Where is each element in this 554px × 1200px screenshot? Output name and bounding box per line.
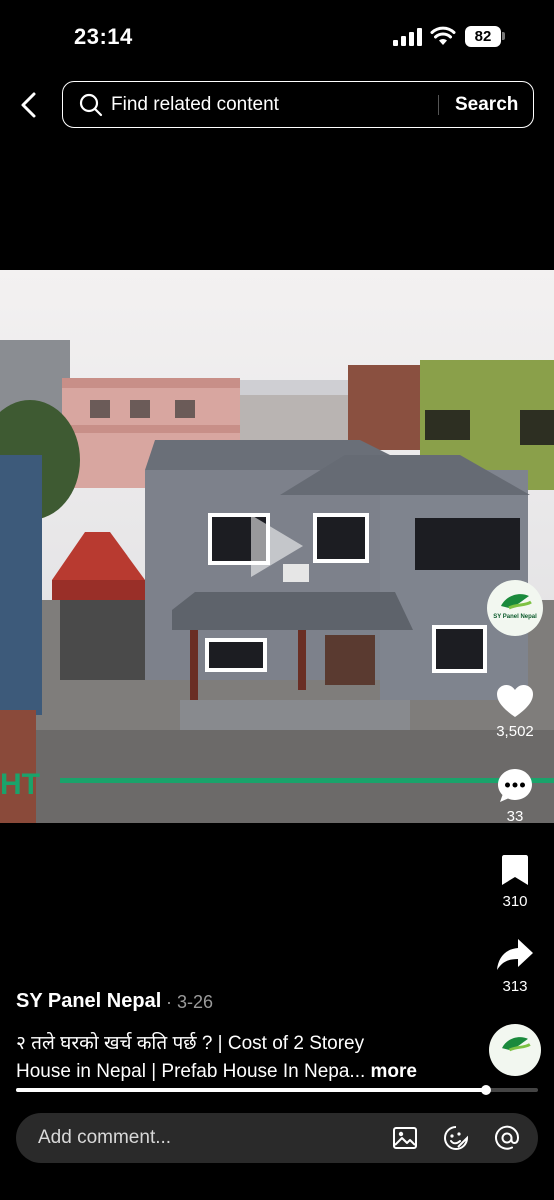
play-icon[interactable] (247, 511, 307, 581)
avatar-label: SY Panel Nepal (493, 614, 537, 620)
caption[interactable]: २ तले घरको खर्च कति पर्छ ? | Cost of 2 S… (16, 1030, 456, 1086)
caption-line-1: २ तले घरको खर्च कति पर्छ ? | Cost of 2 S… (16, 1033, 365, 1054)
leaf-logo-icon (501, 594, 532, 610)
bookmark-icon[interactable] (501, 854, 529, 886)
progress-handle[interactable] (480, 1085, 491, 1095)
comment-input[interactable]: Add comment... (38, 1125, 171, 1151)
watermark-text: HT (0, 768, 40, 801)
save-count: 310 (502, 893, 528, 910)
creator-avatar[interactable]: SY Panel Nepal (487, 580, 543, 636)
battery-tip (502, 32, 505, 40)
clock: 23:14 (74, 24, 133, 49)
mention-icon[interactable] (494, 1125, 520, 1151)
caption-line-2: House in Nepal | Prefab House In Nepa... (16, 1061, 366, 1082)
status-bar: 23:14 82 (0, 0, 554, 70)
progress-fill (16, 1088, 486, 1092)
post-date: · 3-26 (166, 992, 214, 1012)
wifi-icon (430, 26, 456, 45)
author-name[interactable]: SY Panel Nepal (16, 990, 161, 1013)
comment-icon[interactable] (496, 767, 534, 805)
comment-bar[interactable]: Add comment... (16, 1113, 538, 1163)
share-count: 313 (502, 978, 528, 995)
search-button[interactable]: Search (455, 92, 518, 118)
heart-icon[interactable] (496, 684, 534, 718)
back-arrow-icon[interactable] (16, 90, 42, 120)
emoji-icon[interactable] (443, 1125, 469, 1151)
music-disc-avatar[interactable] (489, 1024, 541, 1076)
more-link[interactable]: more (371, 1061, 417, 1082)
battery-icon: 82 (465, 26, 501, 47)
video-progress-bar[interactable] (16, 1085, 538, 1095)
comment-count: 33 (506, 808, 524, 825)
leaf-logo-icon (502, 1037, 531, 1052)
image-icon[interactable] (392, 1125, 418, 1151)
search-icon (79, 93, 103, 117)
share-icon[interactable] (496, 938, 534, 972)
like-count: 3,502 (496, 723, 534, 740)
caption-line-2-wrap: House in Nepal | Prefab House In Nepa...… (16, 1058, 456, 1086)
search-input[interactable]: Find related content (111, 92, 431, 118)
cellular-signal-icon (393, 28, 422, 46)
search-bar[interactable]: Find related content Search (62, 81, 534, 128)
search-divider (438, 95, 439, 115)
